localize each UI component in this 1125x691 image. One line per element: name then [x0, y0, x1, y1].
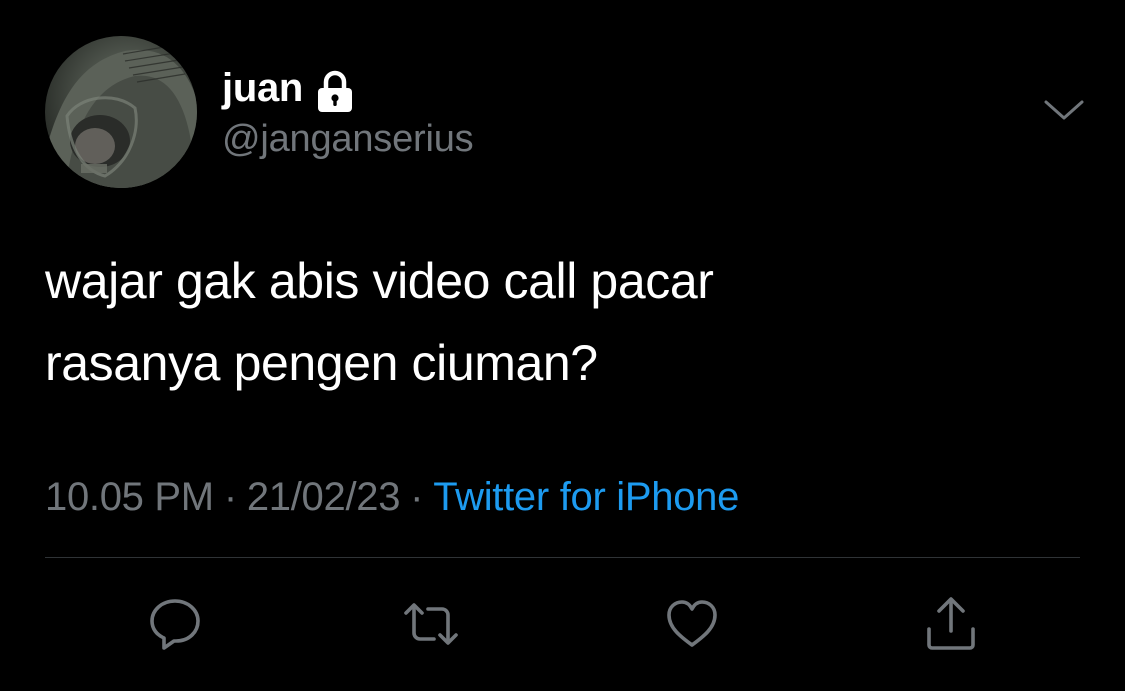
lock-icon	[315, 69, 355, 113]
share-button[interactable]	[922, 595, 980, 653]
display-name[interactable]: juan	[222, 66, 303, 111]
meta-separator: ·	[410, 475, 424, 519]
tweet-text: wajar gak abis video call pacar rasanya …	[45, 240, 1085, 404]
like-button[interactable]	[663, 595, 721, 653]
share-icon	[927, 597, 975, 650]
tweet-source-link[interactable]: Twitter for iPhone	[433, 475, 739, 519]
display-name-row: juan	[222, 62, 355, 114]
tweet-text-line-1: wajar gak abis video call pacar	[45, 253, 714, 309]
retweet-button[interactable]	[402, 595, 460, 653]
divider	[45, 557, 1080, 558]
reply-button[interactable]	[146, 595, 204, 653]
tweet-date[interactable]: 21/02/23	[247, 475, 401, 519]
chevron-down-icon[interactable]	[1043, 96, 1085, 124]
tweet-detail: juan @janganserius wajar gak abis video …	[0, 0, 1125, 691]
avatar-image	[45, 45, 197, 188]
meta-separator: ·	[223, 475, 237, 519]
retweet-icon	[404, 603, 458, 645]
reply-icon	[150, 599, 200, 650]
heart-icon	[667, 600, 717, 647]
avatar[interactable]	[45, 36, 197, 188]
tweet-meta: 10.05 PM · 21/02/23 · Twitter for iPhone	[45, 470, 739, 524]
tweet-time[interactable]: 10.05 PM	[45, 475, 214, 519]
tweet-text-line-2: rasanya pengen ciuman?	[45, 335, 598, 391]
user-handle[interactable]: @janganserius	[222, 118, 474, 161]
